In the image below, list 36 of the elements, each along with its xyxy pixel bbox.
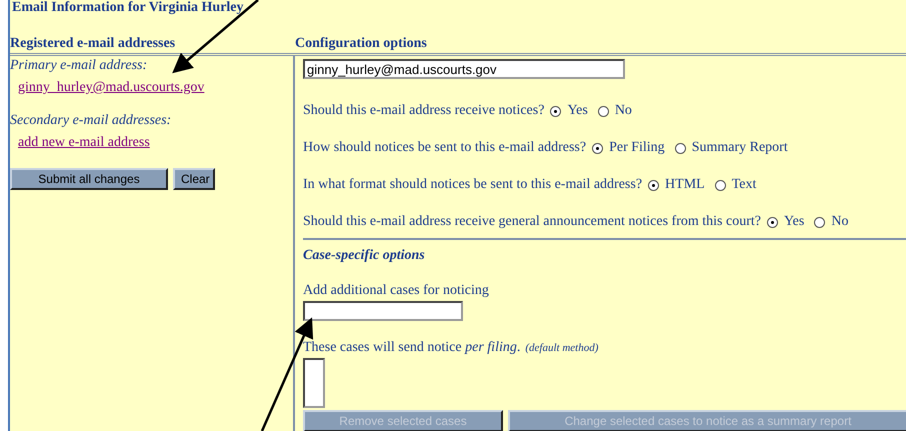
- option-label: Text: [732, 177, 756, 193]
- radio-button[interactable]: [674, 142, 686, 154]
- email-input-field[interactable]: ginny_hurley@mad.uscourts.gov: [303, 59, 625, 79]
- field-label: Add additional cases for noticing: [303, 283, 490, 299]
- radio-button[interactable]: [766, 216, 778, 228]
- option-label: Per Filing: [609, 140, 665, 156]
- option-label: Yes: [784, 214, 804, 230]
- option-label: HTML: [665, 177, 705, 193]
- radio-button[interactable]: [598, 106, 609, 116]
- question-text: In what format should notices be sent to this e-mail address?: [303, 177, 642, 193]
- radio-button[interactable]: [550, 106, 562, 116]
- field-label: Primary e-mail address:: [10, 58, 148, 74]
- option-label: No: [614, 103, 632, 119]
- option-label: Summary Report: [692, 140, 788, 156]
- case-list-box[interactable]: [303, 358, 325, 408]
- question-text: Should this e-mail address receive general announcement notices from this court?: [303, 214, 761, 230]
- radio-button[interactable]: [814, 216, 826, 228]
- field-label: Secondary e-mail addresses:: [10, 113, 172, 129]
- email-link[interactable]: ginny_hurley@mad.uscourts.gov: [18, 80, 204, 95]
- note-text: (default method): [525, 342, 598, 354]
- section-heading: Case-specific options: [303, 248, 426, 264]
- section-heading: Registered e-mail addresses: [10, 36, 293, 56]
- question-text: How should notices be sent to this e-mail address?: [303, 140, 586, 156]
- option-label: No: [831, 214, 848, 230]
- radio-button[interactable]: [592, 142, 604, 154]
- radio-button[interactable]: [714, 180, 726, 190]
- page-title: Email Information for Virginia Hurley: [11, 0, 245, 16]
- radio-button[interactable]: [648, 180, 660, 190]
- add-email-link[interactable]: add new e-mail address: [18, 135, 150, 150]
- question-text: Should this e-mail address receive notices?: [303, 103, 544, 119]
- section-heading: Configuration options: [293, 36, 906, 56]
- clear-button[interactable]: Clear: [173, 168, 215, 190]
- list-label: These cases will send notice per filing.: [303, 340, 520, 356]
- submit-button[interactable]: Submit all changes: [10, 168, 168, 190]
- option-label: Yes: [567, 103, 588, 119]
- case-input-field[interactable]: [303, 301, 463, 321]
